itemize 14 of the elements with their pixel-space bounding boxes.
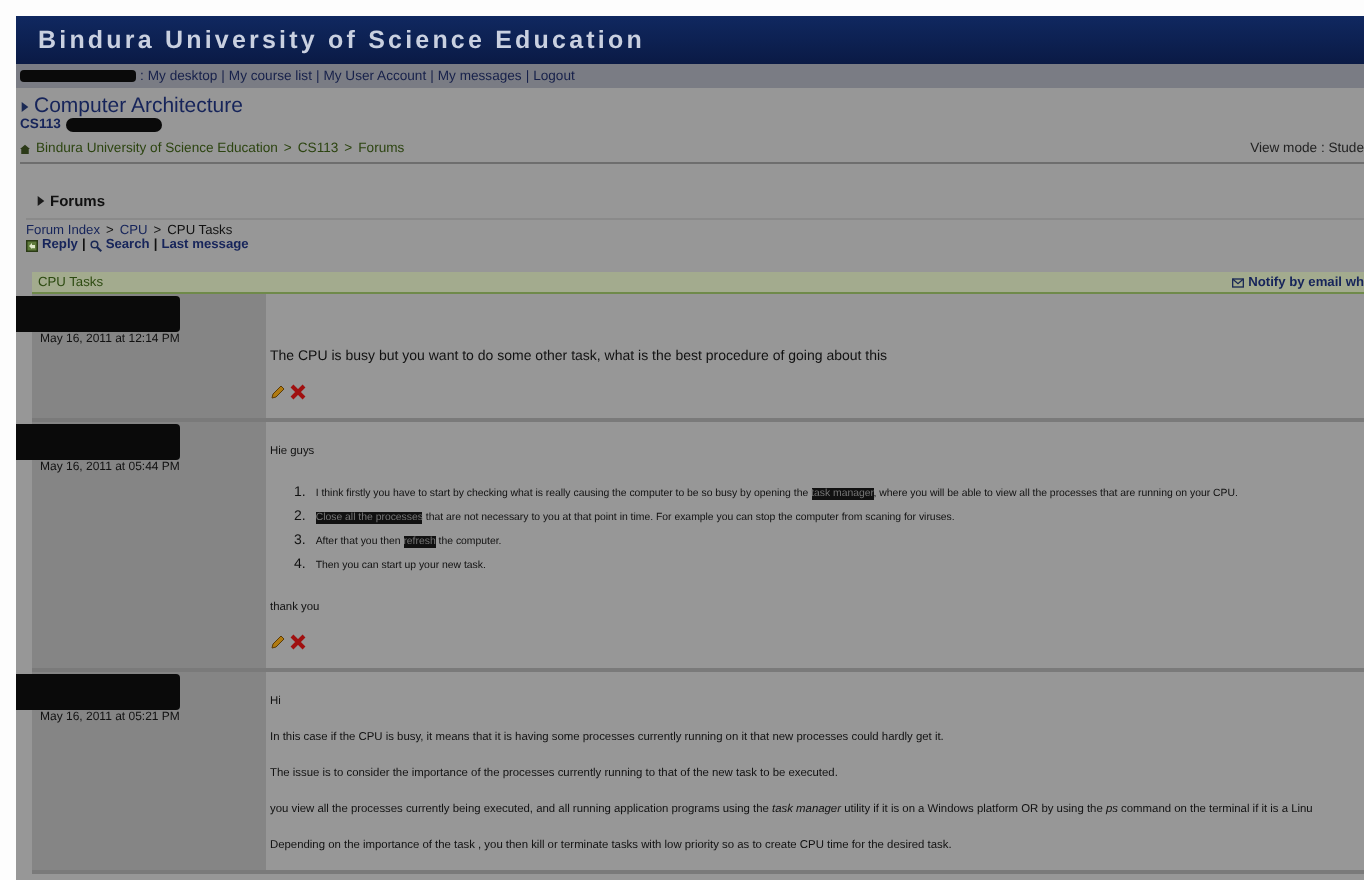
- delete-icon[interactable]: [290, 634, 306, 650]
- home-icon: [20, 144, 30, 154]
- pencil-icon[interactable]: [270, 384, 286, 400]
- envelope-icon: [1232, 277, 1245, 287]
- delete-icon[interactable]: [290, 384, 306, 400]
- triangle-icon: [20, 101, 30, 111]
- course-title: Computer Architecture: [34, 94, 243, 118]
- redaction-mark: [20, 70, 136, 82]
- triangle-icon: [36, 196, 46, 206]
- search-icon: [89, 239, 102, 251]
- site-title: Bindura University of Science Education: [38, 26, 645, 54]
- reply-icon: [26, 239, 38, 251]
- pencil-icon[interactable]: [270, 634, 286, 650]
- redaction-mark: [66, 118, 163, 132]
